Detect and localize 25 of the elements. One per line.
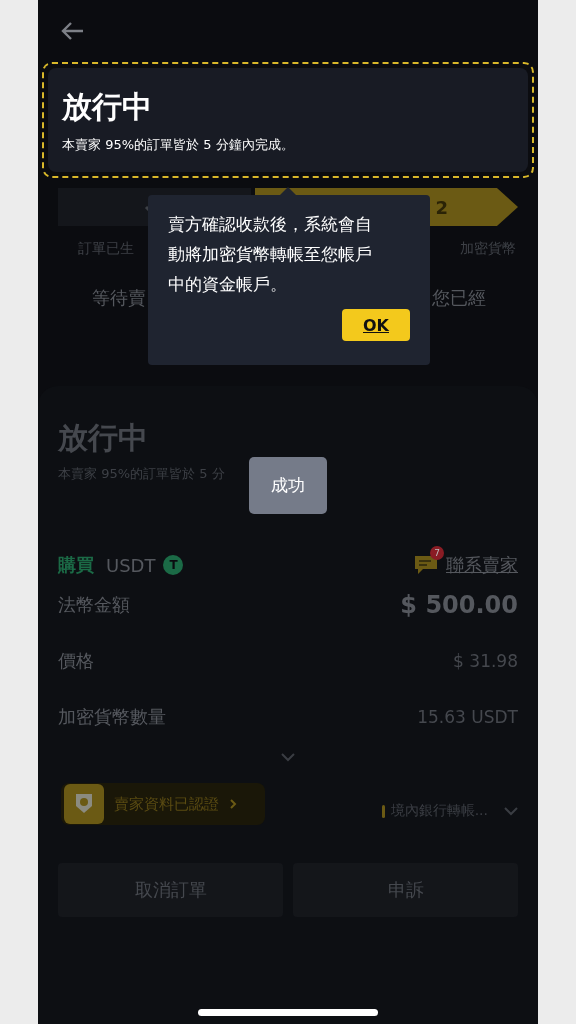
detail-label: 價格 [58,649,94,673]
asset-name: USDT [106,554,156,576]
toast-message: 成功 [249,457,327,514]
back-icon[interactable] [60,21,84,41]
chevron-down-icon [504,806,518,816]
detail-label: 加密貨幣數量 [58,705,166,729]
detail-value: $ 31.98 [453,651,518,671]
status-subtitle: 本賣家 95%的訂單皆於 5 分鐘內完成。 [62,135,295,154]
sheet-title: 放行中 [58,419,149,457]
trade-side: 購買 [58,553,94,577]
ok-button[interactable]: OK [342,309,410,341]
detail-label: 法幣金額 [58,593,130,617]
contact-seller-link[interactable]: 聯系賣家 [446,553,518,577]
status-title: 放行中 [62,87,153,126]
tether-icon: T [163,555,184,575]
verified-seller-chip[interactable]: 賣家資料已認證 [61,783,265,825]
status-text: 等待賣 [92,286,146,310]
detail-value: 15.63 USDT [417,707,518,727]
detail-value: $ 500.00 [400,591,518,619]
shield-icon [64,784,104,824]
status-text: 您已經 [432,286,486,310]
chevron-down-icon[interactable] [281,752,295,762]
chat-icon[interactable] [414,554,438,576]
chevron-right-icon [229,798,237,810]
unread-badge: 7 [430,546,444,560]
